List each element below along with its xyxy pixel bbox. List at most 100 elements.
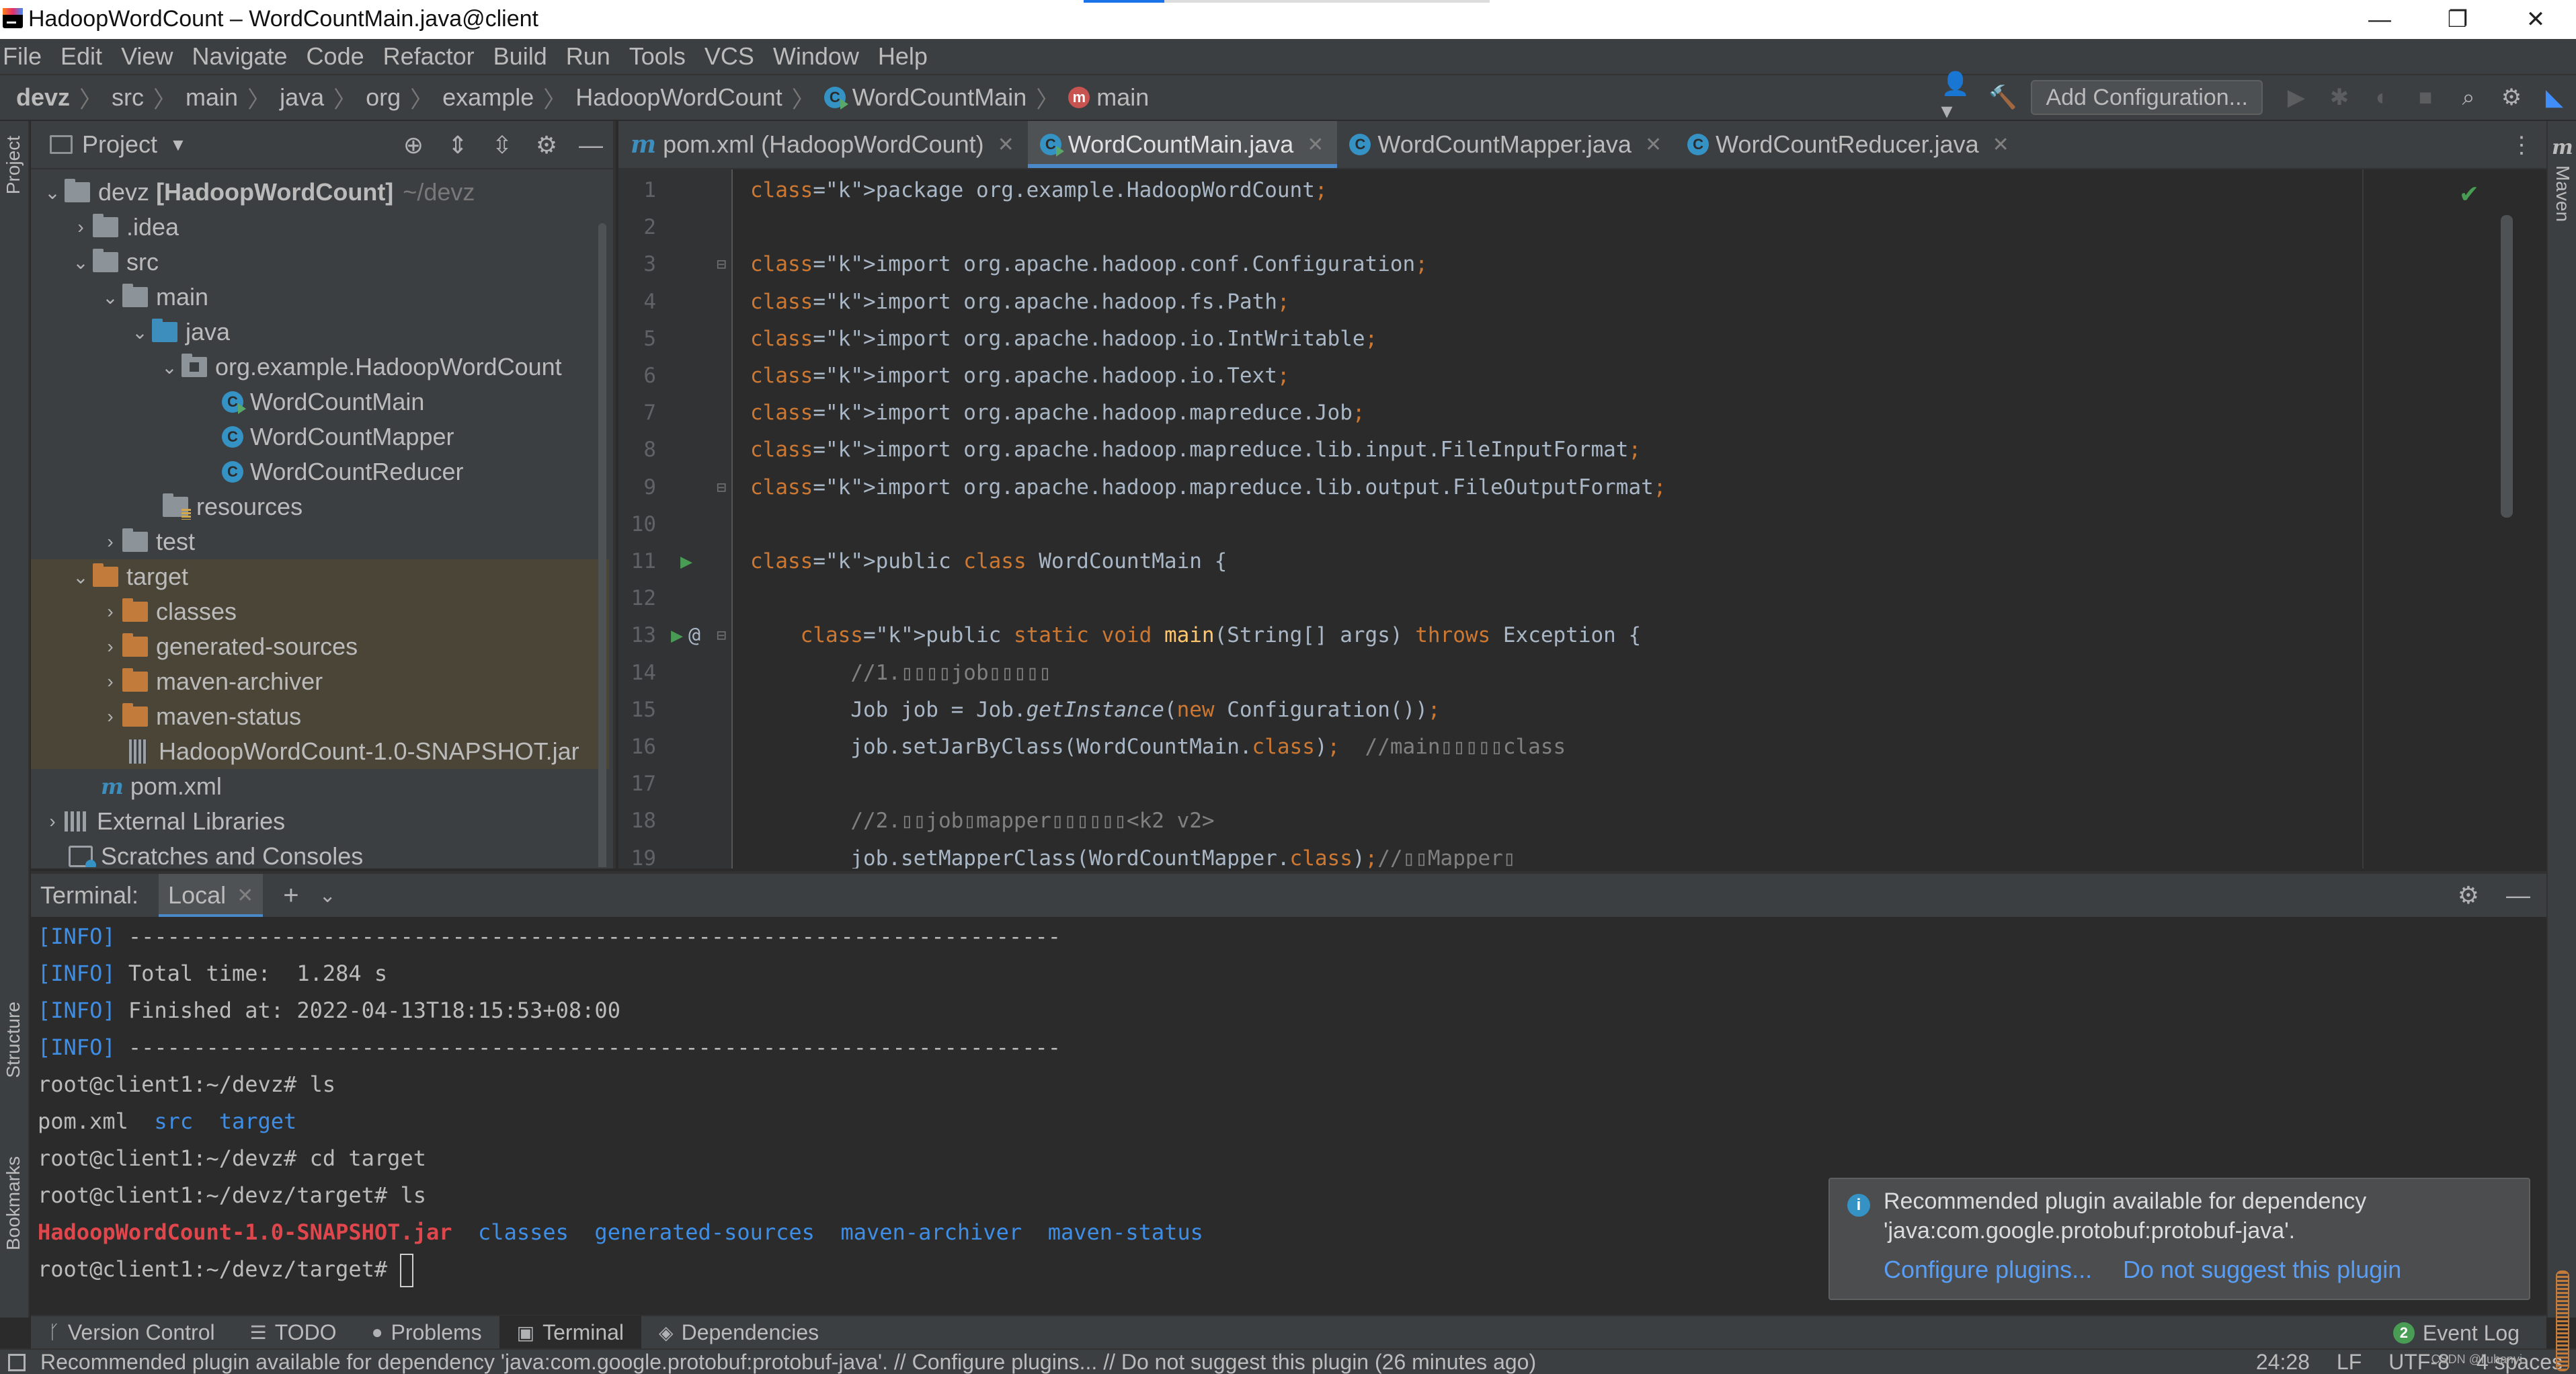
menu-edit[interactable]: Edit	[61, 39, 102, 74]
chevron-right-icon[interactable]: ›	[98, 671, 122, 692]
breadcrumb-item-org[interactable]: org	[366, 83, 401, 112]
configure-plugins-link[interactable]: Configure plugins...	[1884, 1256, 2092, 1284]
chevron-right-icon[interactable]: ›	[69, 216, 93, 238]
bookmarks-tool-tab[interactable]: Bookmarks	[3, 1156, 24, 1250]
chevron-down-icon[interactable]: ⌄	[128, 321, 152, 344]
menu-help[interactable]: Help	[878, 39, 928, 74]
tree-item-maven-status[interactable]: › maven-status	[31, 699, 609, 734]
tree-item-test[interactable]: › test	[31, 524, 609, 559]
run-gutter-icon[interactable]: ▶	[671, 617, 683, 654]
expand-all-icon[interactable]: ⇕	[436, 131, 480, 159]
chevron-right-icon[interactable]: ›	[98, 636, 122, 657]
chevron-down-icon[interactable]: ⌄	[40, 181, 65, 204]
menu-run[interactable]: Run	[566, 39, 610, 74]
menu-code[interactable]: Code	[307, 39, 364, 74]
caret-position[interactable]: 24:28	[2256, 1350, 2310, 1374]
close-icon[interactable]: ✕	[1993, 133, 2009, 157]
do-not-suggest-link[interactable]: Do not suggest this plugin	[2123, 1256, 2401, 1284]
menu-navigate[interactable]: Navigate	[192, 39, 287, 74]
menu-refactor[interactable]: Refactor	[383, 39, 475, 74]
hide-panel-icon[interactable]: —	[2506, 881, 2530, 910]
build-hammer-icon[interactable]: 🔨	[1984, 79, 2021, 116]
event-log-button[interactable]: 2 Event Log	[2392, 1316, 2520, 1350]
close-icon[interactable]: ✕	[237, 884, 253, 907]
collapse-all-icon[interactable]: ⇳	[480, 131, 524, 159]
tree-item-resources[interactable]: resources	[31, 489, 609, 524]
tree-item-maven-archiver[interactable]: › maven-archiver	[31, 664, 609, 699]
restore-button[interactable]: ❐	[2424, 3, 2491, 36]
project-tool-tab[interactable]: Project	[3, 136, 24, 194]
tree-item-devz[interactable]: ⌄ devz [HadoopWordCount] ~/devz	[31, 175, 609, 210]
locate-icon[interactable]: ⊕	[391, 131, 436, 159]
tree-item-package[interactable]: ⌄ org.example.HadoopWordCount	[31, 350, 609, 385]
chevron-down-icon[interactable]: ▼	[169, 134, 187, 155]
tree-item-wordcountreducer[interactable]: C WordCountReducer	[31, 454, 609, 489]
tree-scrollbar[interactable]	[598, 223, 606, 867]
line-separator[interactable]: LF	[2337, 1350, 2362, 1374]
user-icon[interactable]: 👤▾	[1941, 71, 1978, 124]
run-icon[interactable]: ▶	[2278, 79, 2315, 116]
tree-item-pom[interactable]: m pom.xml	[31, 769, 609, 804]
fold-icon[interactable]: ⊟	[717, 469, 726, 506]
tab-wordcountmain[interactable]: C WordCountMain.java ✕	[1027, 121, 1338, 168]
tree-item-classes[interactable]: › classes	[31, 594, 609, 629]
tab-dependencies[interactable]: ◈ Dependencies	[641, 1316, 836, 1349]
fold-icon[interactable]: ⊟	[717, 617, 726, 654]
maven-tool-tab[interactable]: Maven	[2552, 165, 2573, 222]
tab-wordcountmapper[interactable]: C WordCountMapper.java ✕	[1337, 121, 1675, 168]
breadcrumb-item-hadoopwordcount[interactable]: HadoopWordCount	[575, 83, 782, 112]
chevron-down-icon[interactable]: ⌄	[69, 251, 93, 274]
close-window-button[interactable]: ✕	[2502, 3, 2569, 36]
chevron-down-icon[interactable]: ⌄	[157, 356, 182, 378]
breadcrumb-item-main[interactable]: main	[186, 83, 238, 112]
run-gutter-icon[interactable]: ▶	[680, 543, 692, 580]
close-icon[interactable]: ✕	[1307, 133, 1324, 157]
jetbrains-toolbox-icon[interactable]: ◣	[2536, 79, 2573, 116]
gear-icon[interactable]: ⚙	[524, 131, 569, 159]
chevron-down-icon[interactable]: ⌄	[98, 286, 122, 309]
menu-build[interactable]: Build	[493, 39, 547, 74]
tree-item-idea[interactable]: › .idea	[31, 210, 609, 245]
breadcrumb-item-wordcountmain[interactable]: C WordCountMain	[823, 83, 1027, 112]
structure-tool-tab[interactable]: Structure	[3, 1002, 24, 1078]
tab-version-control[interactable]: ᚴ Version Control	[31, 1316, 233, 1349]
tree-item-src[interactable]: ⌄ src	[31, 245, 609, 280]
breadcrumb-item-devz[interactable]: devz	[16, 83, 70, 112]
tree-item-scratches[interactable]: Scratches and Consoles	[31, 839, 609, 867]
chevron-down-icon[interactable]: ⌄	[69, 566, 93, 588]
menu-file[interactable]: File	[3, 39, 42, 74]
debug-icon[interactable]: ✱	[2321, 79, 2358, 116]
add-configuration-button[interactable]: Add Configuration...	[2031, 80, 2263, 115]
chevron-right-icon[interactable]: ›	[98, 531, 122, 553]
menu-vcs[interactable]: VCS	[705, 39, 754, 74]
breadcrumb-item-example[interactable]: example	[442, 83, 534, 112]
breadcrumb-item-src[interactable]: src	[112, 83, 144, 112]
fold-icon[interactable]: ⊟	[717, 246, 726, 283]
memory-indicator[interactable]	[2556, 1270, 2569, 1371]
tree-item-jar[interactable]: HadoopWordCount-1.0-SNAPSHOT.jar	[31, 734, 609, 769]
menu-view[interactable]: View	[121, 39, 173, 74]
tree-item-wordcountmain[interactable]: C WordCountMain	[31, 385, 609, 419]
tree-item-generated-sources[interactable]: › generated-sources	[31, 629, 609, 664]
terminal-tab-local[interactable]: Local ✕	[159, 874, 264, 917]
tree-item-target[interactable]: ⌄ target	[31, 559, 609, 594]
more-vertical-icon[interactable]: ⋮	[2510, 132, 2533, 159]
tab-problems[interactable]: ● Problems	[354, 1316, 499, 1349]
gear-icon[interactable]: ⚙	[2493, 79, 2530, 116]
chevron-right-icon[interactable]: ›	[40, 811, 65, 832]
menu-tools[interactable]: Tools	[629, 39, 686, 74]
stop-icon[interactable]: ■	[2407, 79, 2444, 116]
status-message[interactable]: Recommended plugin available for depende…	[40, 1350, 1536, 1374]
inspection-ok-icon[interactable]: ✔	[2459, 180, 2479, 208]
tree-item-external-libraries[interactable]: › External Libraries	[31, 804, 609, 839]
menu-window[interactable]: Window	[773, 39, 859, 74]
project-panel-title[interactable]: Project	[82, 130, 157, 159]
code-area[interactable]: 1 class="k">package org.example.HadoopWor…	[618, 169, 2546, 868]
breadcrumb-item-method-main[interactable]: m main	[1068, 83, 1149, 112]
chevron-down-icon[interactable]: ⌄	[319, 884, 336, 907]
tab-pom-xml[interactable]: m pom.xml (HadoopWordCount) ✕	[618, 121, 1028, 168]
tree-item-wordcountmapper[interactable]: C WordCountMapper	[31, 419, 609, 454]
tab-terminal[interactable]: ▣ Terminal	[499, 1316, 642, 1349]
tab-todo[interactable]: ☰ TODO	[233, 1316, 354, 1349]
close-icon[interactable]: ✕	[998, 133, 1014, 157]
